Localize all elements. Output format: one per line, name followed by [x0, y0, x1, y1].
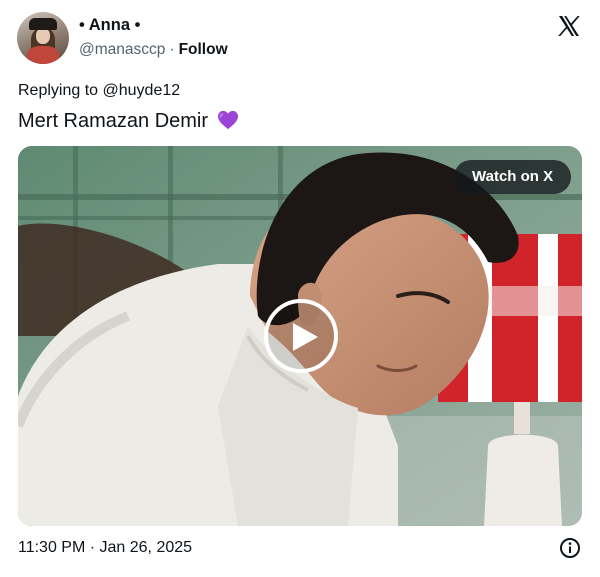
x-logo-icon[interactable]: [557, 14, 581, 38]
reply-context: Replying to @huyde12: [18, 80, 180, 102]
info-icon[interactable]: [559, 537, 581, 559]
play-button[interactable]: [264, 299, 338, 373]
watch-on-x-button[interactable]: Watch on X: [454, 160, 572, 194]
tweet-timestamp[interactable]: 11:30 PM · Jan 26, 2025: [18, 537, 192, 559]
author-handle[interactable]: @manasccp: [79, 41, 165, 58]
play-icon: [293, 323, 318, 351]
author-handle-line: @manasccp · Follow: [79, 39, 228, 61]
reply-prefix: Replying to: [18, 82, 99, 99]
name-decoration-right: •: [134, 16, 141, 34]
reply-target-link[interactable]: @huyde12: [103, 82, 181, 99]
follow-button[interactable]: Follow: [179, 41, 228, 58]
video-player[interactable]: Watch on X: [18, 146, 582, 526]
author-name-line[interactable]: • Anna •: [79, 14, 228, 36]
handle-separator: ·: [169, 41, 175, 58]
tweet-text-content: Mert Ramazan Demir: [18, 110, 209, 132]
purple-heart-icon: [217, 110, 238, 130]
avatar[interactable]: [17, 12, 69, 64]
tweet-text: Mert Ramazan Demir: [18, 108, 239, 134]
tweet-header: • Anna • @manasccp · Follow: [17, 12, 583, 68]
name-decoration-left: •: [79, 16, 85, 34]
author-display-name[interactable]: Anna: [89, 16, 130, 34]
author-info: • Anna • @manasccp · Follow: [79, 14, 228, 61]
